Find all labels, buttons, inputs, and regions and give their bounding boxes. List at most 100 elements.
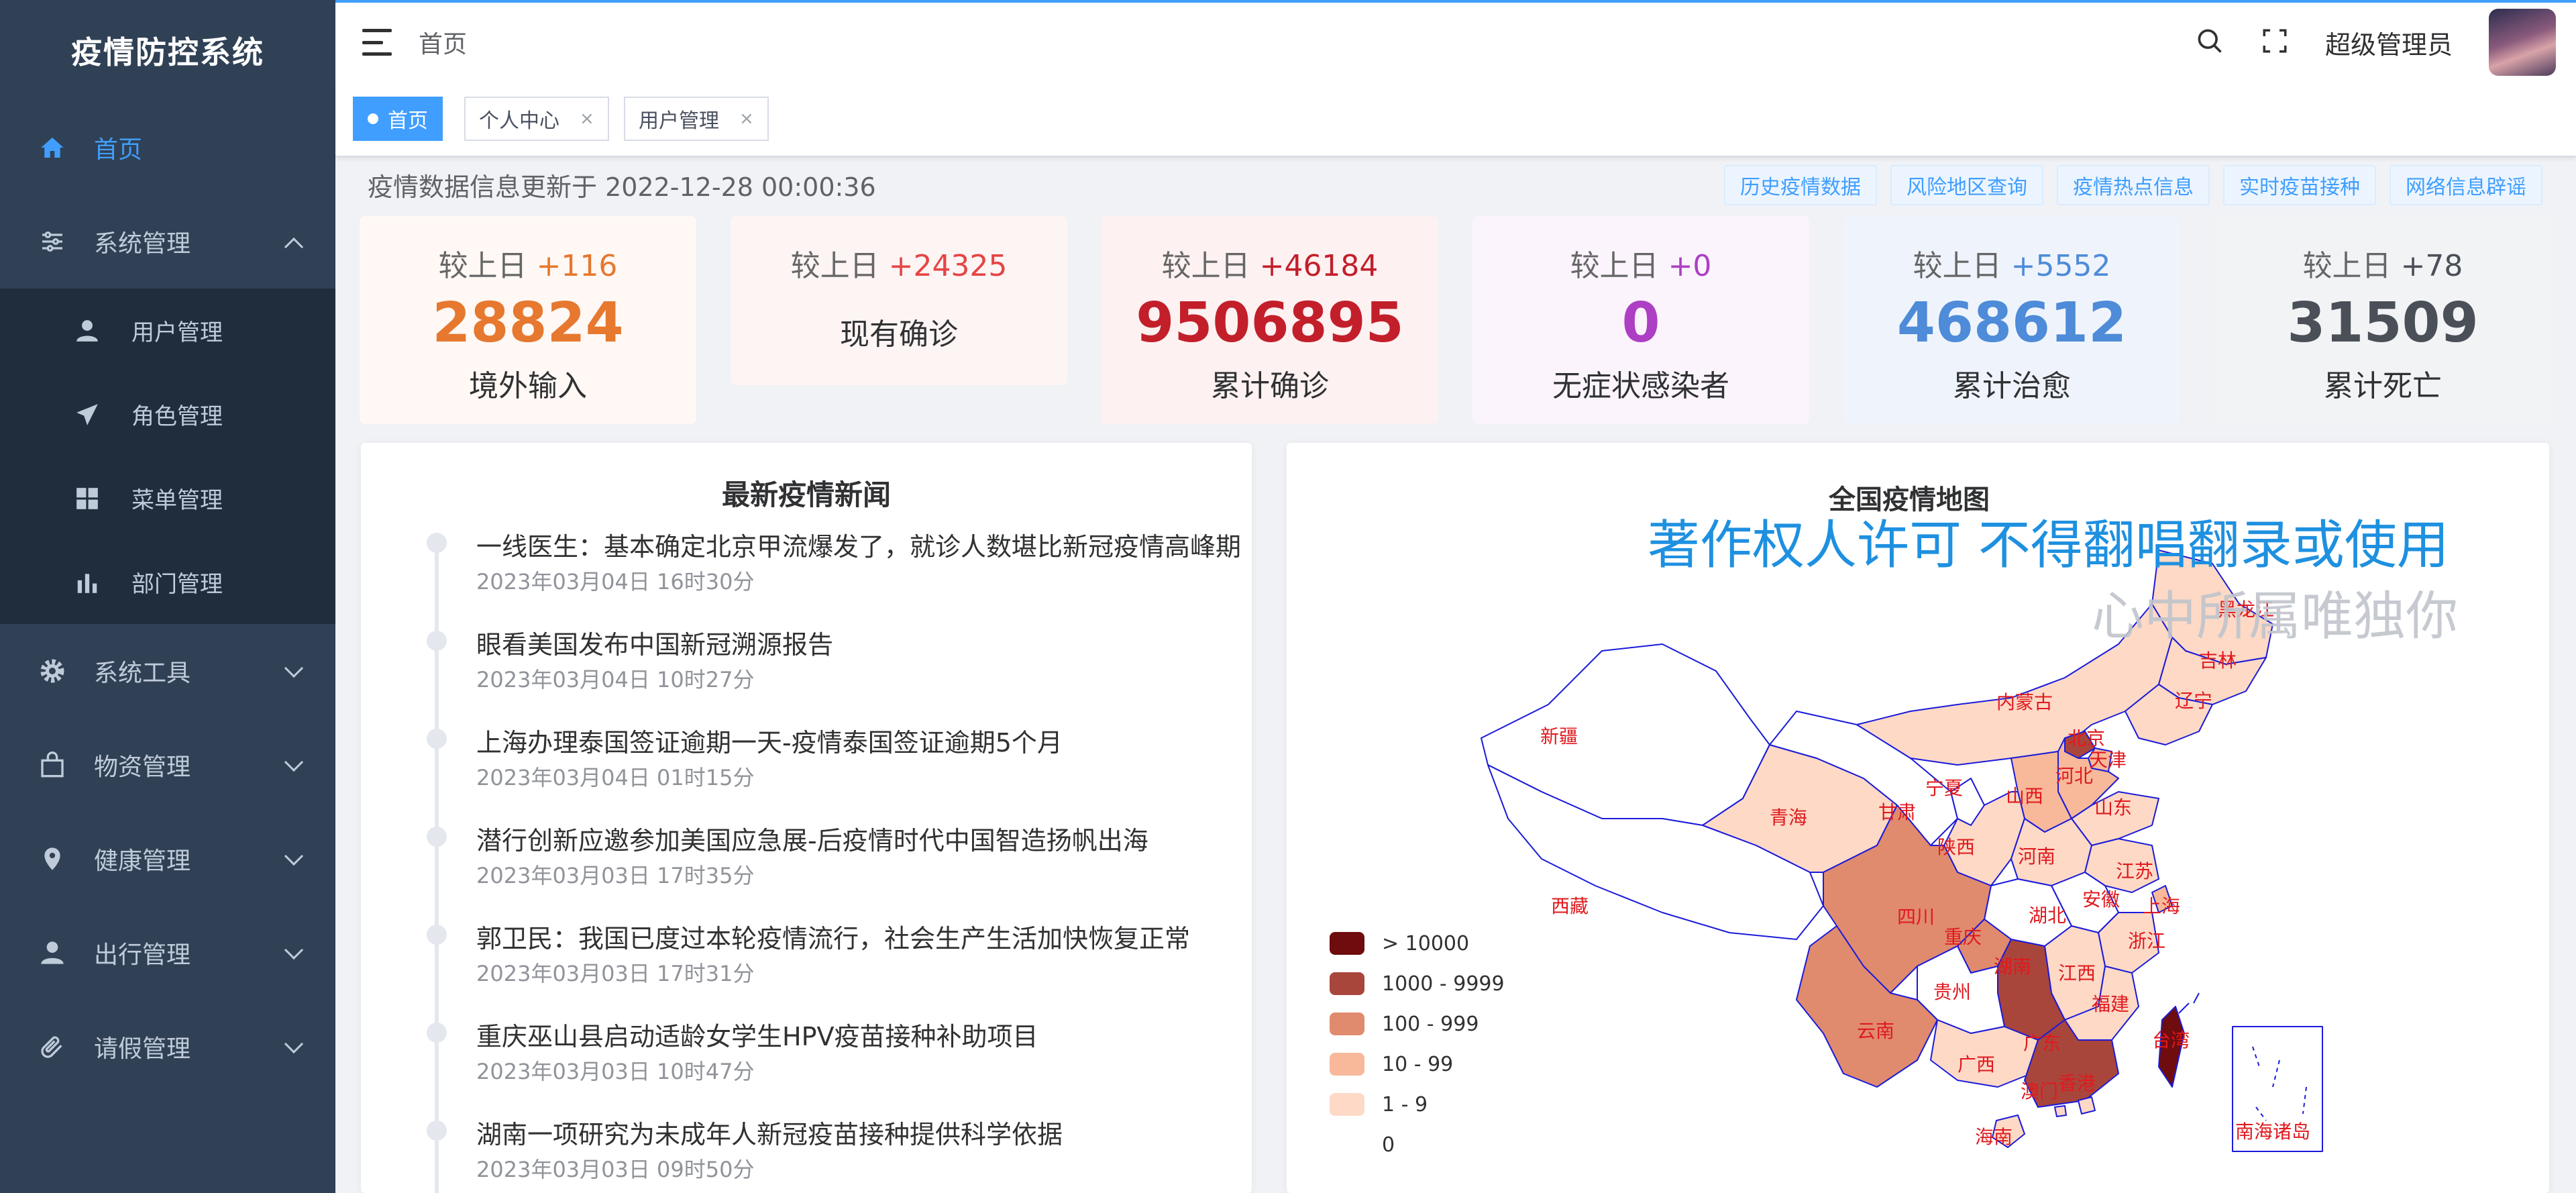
map-label: 上海 [2143, 895, 2180, 917]
timeline-dot-icon [427, 827, 447, 847]
legend-label: > 10000 [1382, 931, 1470, 955]
legend-label: 1000 - 9999 [1382, 972, 1505, 996]
news-item[interactable]: 一线医生：基本确定北京甲流爆发了，就诊人数堪比新冠疫情高峰期 2023年03月0… [361, 530, 1252, 628]
rumor-link[interactable]: 网络信息辟谣 [2390, 165, 2542, 205]
sidebar-item-home[interactable]: 首页 [0, 101, 335, 195]
map-label: 广西 [1957, 1053, 1995, 1076]
delta-value: +24325 [888, 249, 1008, 283]
sidebar-item-label: 请假管理 [94, 1035, 191, 1063]
legend-swatch [1330, 972, 1364, 995]
map-label: 广东 [2023, 1032, 2061, 1054]
legend-item[interactable]: 0 [1330, 1125, 1505, 1165]
sidebar-item-system[interactable]: 系统管理 [0, 195, 335, 289]
stat-value: 468612 [1896, 291, 2127, 355]
delta-value: +0 [1668, 249, 1712, 283]
map-label: 江西 [2058, 962, 2096, 984]
news-item[interactable]: 上海办理泰国签证逾期一天-疫情泰国签证逾期5个月 2023年03月04日 01时… [361, 726, 1252, 824]
tag-home[interactable]: 首页 [353, 97, 443, 141]
avatar[interactable] [2489, 9, 2556, 76]
chevron-down-icon [284, 846, 304, 866]
news-headline[interactable]: 上海办理泰国签证逾期一天-疫情泰国签证逾期5个月 [476, 722, 1063, 759]
vaccination-link[interactable]: 实时疫苗接种 [2223, 165, 2376, 205]
map-panel: 新疆 西藏 青海 甘肃 内蒙古 黑龙江 吉林 辽宁 北京 天津 河北 山西 山东… [1287, 443, 2549, 1193]
legend-swatch [1330, 1093, 1364, 1116]
sidebar-item-health[interactable]: 健康管理 [0, 812, 335, 906]
legend-label: 0 [1382, 1133, 1395, 1157]
sidebar-item-label: 系统工具 [94, 660, 191, 687]
sidebar-item-system-tools[interactable]: 系统工具 [0, 624, 335, 718]
stat-value: 28824 [432, 291, 624, 355]
news-headline[interactable]: 潜行创新应邀参加美国应急展-后疫情时代中国智造扬帆出海 [476, 820, 1148, 857]
news-headline[interactable]: 重庆巫山县启动适龄女学生HPV疫苗接种补助项目 [476, 1016, 1038, 1053]
legend-item[interactable]: 100 - 999 [1330, 1004, 1505, 1044]
news-time: 2023年03月04日 01时15分 [476, 765, 755, 790]
stat-card-imported: 较上日 +116 28824 境外输入 [360, 216, 696, 424]
news-item[interactable]: 湖南一项研究为未成年人新冠疫苗接种提供科学依据 2023年03月03日 09时5… [361, 1118, 1252, 1193]
system-submenu: 用户管理 角色管理 菜单管理 部门管理 [0, 289, 335, 624]
legend-label: 1 - 9 [1382, 1092, 1428, 1117]
breadcrumb[interactable]: 首页 [419, 25, 467, 60]
province-macau [2054, 1105, 2067, 1117]
close-icon[interactable]: × [580, 109, 594, 129]
map-label: 吉林 [2199, 650, 2237, 672]
delta-label: 较上日 [1161, 249, 1250, 283]
sidebar-item-supplies[interactable]: 物资管理 [0, 718, 335, 812]
fullscreen-icon[interactable] [2261, 27, 2289, 58]
news-panel: 最新疫情新闻 一线医生：基本确定北京甲流爆发了，就诊人数堪比新冠疫情高峰期 20… [361, 443, 1252, 1193]
legend-swatch [1330, 1133, 1364, 1156]
bar-chart-icon [74, 569, 101, 596]
stat-card-total-confirmed: 较上日 +46184 9506895 累计确诊 [1102, 216, 1438, 424]
legend-item[interactable]: > 10000 [1330, 923, 1505, 964]
map-label: 西藏 [1551, 895, 1589, 917]
map-label: 南海诸岛 [2235, 1121, 2310, 1143]
sidebar-item-label: 菜单管理 [131, 487, 223, 514]
tag-personal-center[interactable]: 个人中心 × [464, 97, 609, 141]
location-pin-icon [38, 844, 67, 874]
app-title: 疫情防控系统 [71, 34, 264, 70]
stat-value: 31509 [2287, 291, 2479, 355]
map-label: 陕西 [1937, 836, 1975, 858]
hot-news-link[interactable]: 疫情热点信息 [2057, 165, 2210, 205]
legend-item[interactable]: 1000 - 9999 [1330, 964, 1505, 1004]
search-icon[interactable] [2195, 26, 2224, 58]
user-name[interactable]: 超级管理员 [2325, 24, 2453, 61]
legend-item[interactable]: 1 - 9 [1330, 1084, 1505, 1125]
sidebar-item-travel[interactable]: 出行管理 [0, 906, 335, 1000]
stat-card-cured: 较上日 +5552 468612 累计治愈 [1843, 216, 2180, 424]
sidebar-toggle-icon[interactable] [362, 29, 392, 56]
province-hongkong [2078, 1096, 2096, 1114]
risk-area-link[interactable]: 风险地区查询 [1890, 165, 2043, 205]
news-item[interactable]: 重庆巫山县启动适龄女学生HPV疫苗接种补助项目 2023年03月03日 10时4… [361, 1020, 1252, 1118]
legend-item[interactable]: 10 - 99 [1330, 1044, 1505, 1084]
sidebar-item-user-management[interactable]: 用户管理 [0, 289, 335, 372]
news-headline[interactable]: 眼看美国发布中国新冠溯源报告 [476, 624, 833, 661]
delta-value: +116 [536, 249, 618, 283]
news-item[interactable]: 潜行创新应邀参加美国应急展-后疫情时代中国智造扬帆出海 2023年03月03日 … [361, 824, 1252, 922]
sidebar-item-leave[interactable]: 请假管理 [0, 1000, 335, 1094]
map-label: 四川 [1897, 906, 1935, 928]
timeline-dot-icon [427, 631, 447, 651]
news-headline[interactable]: 湖南一项研究为未成年人新冠疫苗接种提供科学依据 [476, 1114, 1063, 1151]
tag-user-management[interactable]: 用户管理 × [624, 97, 769, 141]
news-item[interactable]: 眼看美国发布中国新冠溯源报告 2023年03月04日 10时27分 [361, 628, 1252, 726]
news-headline[interactable]: 郭卫民：我国已度过本轮疫情流行，社会生产生活加快恢复正常 [476, 918, 1190, 955]
chevron-down-icon [284, 940, 304, 960]
close-icon[interactable]: × [739, 109, 754, 129]
watermark-top: 著作权人许可 不得翻唱翻录或使用 [1648, 515, 2449, 576]
map-legend: > 10000 1000 - 9999 100 - 999 10 - 99 1 … [1330, 923, 1505, 1165]
quick-links: 历史疫情数据 风险地区查询 疫情热点信息 实时疫苗接种 网络信息辟谣 [1724, 165, 2542, 205]
timeline-dot-icon [427, 1023, 447, 1043]
map-label: 重庆 [1944, 926, 1982, 948]
map-label: 澳门 [2021, 1080, 2058, 1102]
news-time: 2023年03月04日 10时27分 [476, 667, 755, 692]
timeline-dot-icon [427, 925, 447, 945]
sidebar-item-role-management[interactable]: 角色管理 [0, 372, 335, 456]
stat-value: 9506895 [1136, 291, 1404, 355]
top-navbar: 首页 超级管理员 [335, 0, 2576, 82]
map-label: 天津 [2089, 749, 2127, 771]
news-item[interactable]: 郭卫民：我国已度过本轮疫情流行，社会生产生活加快恢复正常 2023年03月03日… [361, 922, 1252, 1020]
sidebar-item-menu-management[interactable]: 菜单管理 [0, 456, 335, 540]
history-data-link[interactable]: 历史疫情数据 [1724, 165, 1877, 205]
news-headline[interactable]: 一线医生：基本确定北京甲流爆发了，就诊人数堪比新冠疫情高峰期 [476, 526, 1241, 563]
sidebar-item-department-management[interactable]: 部门管理 [0, 540, 335, 624]
